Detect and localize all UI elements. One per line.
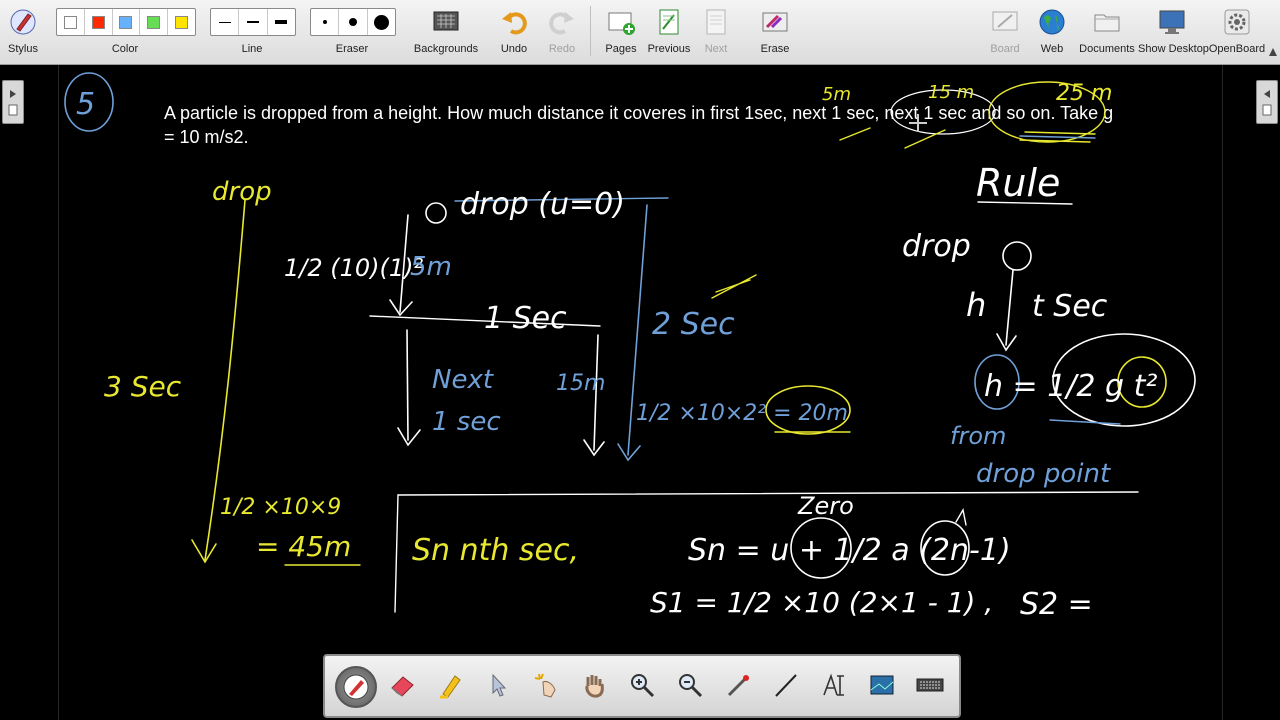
previous-label: Previous [647,43,691,55]
pointer-stick-icon [727,675,749,697]
line-label: Line [241,43,263,55]
erase-button[interactable]: Erase [750,0,800,64]
pointer-tool-button[interactable] [719,666,757,704]
laser-pointer-tool-button[interactable] [527,666,565,704]
laser-pointer-icon [534,673,556,698]
backgrounds-icon [433,11,459,31]
keyboard-tool-button[interactable] [911,666,949,704]
left-panel-toggle[interactable] [2,80,24,124]
right-panel-toggle[interactable] [1256,80,1278,124]
expand-right-icon [8,90,18,116]
hand-tool-button[interactable] [575,666,613,704]
expand-left-icon [1262,90,1272,116]
question-text: A particle is dropped from a height. How… [164,103,1114,147]
next-label: Next [704,43,728,55]
line-icon [775,674,797,697]
line-medium-option[interactable] [239,9,268,35]
text-tool-button[interactable] [815,666,853,704]
board-button[interactable]: Board [984,0,1026,64]
next-page-button[interactable]: Next [696,0,736,64]
board-icon [992,11,1018,31]
undo-label: Undo [500,43,528,55]
marker-tool-button[interactable] [431,666,469,704]
add-page-icon [608,12,635,35]
page-right-edge [1222,65,1223,720]
openboard-label: OpenBoard [1208,43,1266,55]
highlighter-icon [440,675,461,699]
gear-icon [1224,9,1250,35]
undo-icon [502,12,527,35]
pages-button[interactable]: Pages [600,0,642,64]
stylus-label: Stylus [8,43,38,55]
board-label: Board [990,43,1020,55]
zoom-out-icon [679,674,703,698]
eraser-size-group [310,8,396,36]
undo-button[interactable]: Undo [494,0,534,64]
keyboard-icon [916,678,944,692]
main-toolbar: Stylus Color Line Eraser Backgrounds Und… [0,0,1280,65]
eraser-small-option[interactable] [311,9,340,35]
capture-tool-button[interactable] [863,666,901,704]
globe-icon [1039,9,1065,35]
previous-page-icon [659,9,679,35]
backgrounds-button[interactable]: Backgrounds [412,0,480,64]
color-white-swatch[interactable] [57,9,85,35]
stylus-icon [10,9,36,35]
hand-icon [585,675,604,698]
pen-tool-button[interactable] [335,666,377,708]
backgrounds-label: Backgrounds [413,43,479,55]
line-thin-option[interactable] [211,9,240,35]
web-button[interactable]: Web [1032,0,1072,64]
eraser-icon [391,676,414,697]
web-label: Web [1040,43,1064,55]
capture-icon [870,675,894,695]
line-width-group [210,8,296,36]
line-tool-button[interactable] [767,666,805,704]
erase-icon [762,12,788,32]
folder-icon [1094,14,1120,32]
zoom-out-tool-button[interactable] [671,666,709,704]
eraser-medium-option[interactable] [339,9,368,35]
selector-tool-button[interactable] [479,666,517,704]
redo-icon [549,12,574,35]
eraser-large-option[interactable] [368,9,395,35]
redo-button[interactable]: Redo [542,0,582,64]
eraser-label: Eraser [335,43,369,55]
line-thick-option[interactable] [268,9,295,35]
page-left-edge [58,65,59,720]
next-page-icon [706,9,726,35]
arrow-pointer-icon [492,673,507,697]
color-red-swatch[interactable] [85,9,113,35]
monitor-icon [1159,10,1185,34]
color-yellow-swatch[interactable] [168,9,195,35]
erase-label: Erase [760,43,790,55]
documents-label: Documents [1079,43,1135,55]
show-desktop-button[interactable]: Show Desktop [1138,0,1209,64]
eraser-tool-button[interactable] [383,666,421,704]
toolbar-scroll-arrow-icon[interactable] [1268,44,1278,60]
openboard-button[interactable]: OpenBoard [1208,0,1266,64]
color-green-swatch[interactable] [140,9,169,35]
color-blue-swatch[interactable] [113,9,141,35]
tool-dock [323,654,961,718]
pen-icon [343,674,369,700]
color-palette [56,8,196,36]
redo-label: Redo [548,43,576,55]
zoom-in-icon [631,674,655,698]
text-icon [823,673,844,696]
stylus-button[interactable]: Stylus [0,0,46,64]
color-label: Color [111,43,139,55]
zoom-in-tool-button[interactable] [623,666,661,704]
documents-button[interactable]: Documents [1078,0,1136,64]
pages-label: Pages [605,43,637,55]
whiteboard-canvas[interactable] [0,65,1280,720]
previous-page-button[interactable]: Previous [646,0,692,64]
show-desktop-label: Show Desktop [1138,43,1209,55]
toolbar-divider [590,6,591,56]
